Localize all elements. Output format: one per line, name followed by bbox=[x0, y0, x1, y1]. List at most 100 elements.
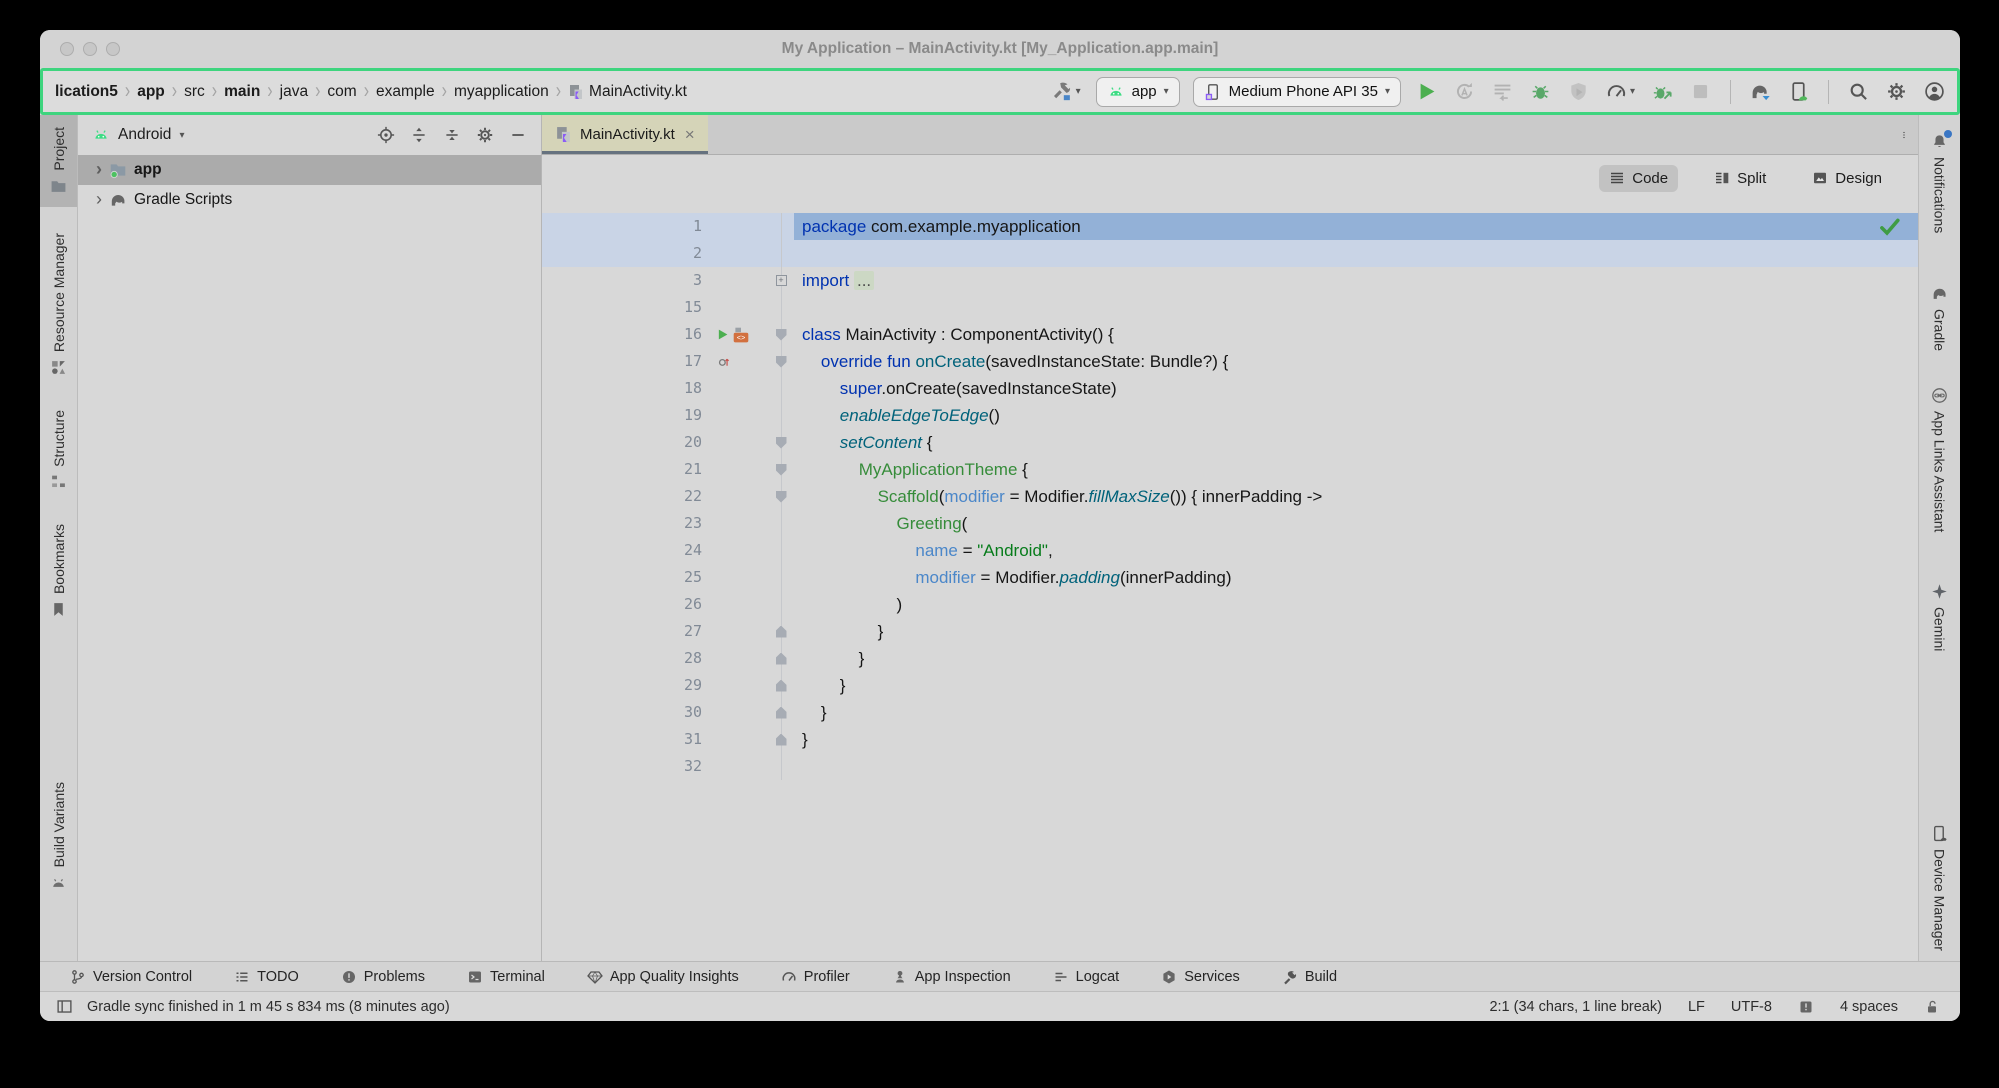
indent-setting[interactable]: 4 spaces bbox=[1840, 999, 1898, 1015]
code-line-text[interactable]: enableEdgeToEdge() bbox=[794, 402, 1918, 429]
run-button[interactable] bbox=[1414, 79, 1439, 104]
close-tab-icon[interactable]: × bbox=[685, 125, 695, 145]
profiler-button[interactable]: ▾ bbox=[1604, 79, 1637, 104]
collapse-all-icon[interactable] bbox=[443, 126, 461, 144]
code-line-text[interactable]: } bbox=[794, 618, 1918, 645]
inspections-status-icon[interactable] bbox=[1878, 215, 1902, 239]
stripe-tab-gemini[interactable]: Gemini bbox=[1919, 571, 1960, 663]
breadcrumb-item-main[interactable]: main bbox=[224, 83, 260, 101]
mode-button-design[interactable]: Design bbox=[1802, 165, 1892, 192]
breadcrumb-item-app[interactable]: app bbox=[137, 83, 165, 101]
code-line-text[interactable]: } bbox=[794, 699, 1918, 726]
compose-preview-icon[interactable]: <> bbox=[732, 326, 750, 344]
chevron-right-icon[interactable]: › bbox=[96, 160, 102, 178]
fold-marker-open[interactable] bbox=[776, 356, 787, 368]
code-line-text[interactable]: override fun onCreate(savedInstanceState… bbox=[794, 348, 1918, 375]
stripe-tab-app-links-assistant[interactable]: App Links Assistant bbox=[1919, 375, 1960, 544]
sync-devices-button[interactable] bbox=[1786, 79, 1811, 104]
toolwindow-tab-version-control[interactable]: Version Control bbox=[64, 968, 198, 986]
attach-debugger-button[interactable] bbox=[1650, 79, 1675, 104]
project-view-selector[interactable]: Android bbox=[118, 126, 171, 144]
fold-marker-open[interactable] bbox=[776, 491, 787, 503]
code-line-text[interactable] bbox=[794, 753, 1918, 780]
build-run-configurations-button[interactable]: ▾ bbox=[1050, 79, 1083, 104]
expand-all-icon[interactable] bbox=[410, 126, 428, 144]
fold-marker-open[interactable] bbox=[776, 464, 787, 476]
stripe-tab-bookmarks[interactable]: Bookmarks bbox=[40, 512, 77, 630]
stripe-tab-structure[interactable]: Structure bbox=[40, 398, 77, 503]
fold-marker-open[interactable] bbox=[776, 437, 787, 449]
profile-app-button[interactable] bbox=[1566, 79, 1591, 104]
tool-window-layout-icon[interactable] bbox=[56, 998, 73, 1015]
fold-marker-folded[interactable]: + bbox=[776, 275, 787, 286]
code-line-text[interactable]: super.onCreate(savedInstanceState) bbox=[794, 375, 1918, 402]
code-line-text[interactable]: Scaffold(modifier = Modifier.fillMaxSize… bbox=[794, 483, 1918, 510]
fold-marker-open[interactable] bbox=[776, 329, 787, 341]
toolwindow-tab-services[interactable]: Services bbox=[1155, 968, 1246, 986]
apply-code-changes-button[interactable] bbox=[1490, 79, 1515, 104]
fold-marker-end[interactable] bbox=[776, 734, 787, 746]
toolwindow-tab-todo[interactable]: TODO bbox=[228, 968, 305, 986]
stripe-tab-device-manager[interactable]: Device Manager bbox=[1919, 813, 1960, 963]
breadcrumb-item-com[interactable]: com bbox=[327, 83, 356, 101]
line-separator[interactable]: LF bbox=[1688, 999, 1705, 1015]
breadcrumb-item-lication5[interactable]: lication5 bbox=[55, 83, 118, 101]
breadcrumb-item-mainactivity-kt[interactable]: MainActivity.kt bbox=[568, 83, 687, 101]
code-line-text[interactable]: import ... bbox=[794, 267, 1918, 294]
event-log[interactable] bbox=[1798, 999, 1814, 1015]
debug-button[interactable] bbox=[1528, 79, 1553, 104]
fold-marker-end[interactable] bbox=[776, 680, 787, 692]
override-method-icon[interactable] bbox=[716, 354, 731, 369]
breadcrumb-item-myapplication[interactable]: myapplication bbox=[454, 83, 549, 101]
mode-button-split[interactable]: Split bbox=[1704, 165, 1776, 192]
mode-button-code[interactable]: Code bbox=[1599, 165, 1678, 192]
code-line-text[interactable]: setContent { bbox=[794, 429, 1918, 456]
breadcrumb-item-java[interactable]: java bbox=[280, 83, 308, 101]
stripe-tab-gradle[interactable]: Gradle bbox=[1919, 273, 1960, 363]
account-button[interactable] bbox=[1922, 79, 1947, 104]
apply-changes-button[interactable] bbox=[1452, 79, 1477, 104]
settings-button[interactable] bbox=[1884, 79, 1909, 104]
breadcrumb-item-example[interactable]: example bbox=[376, 83, 435, 101]
code-line-text[interactable]: Greeting( bbox=[794, 510, 1918, 537]
gear-icon[interactable] bbox=[476, 126, 494, 144]
toolwindow-tab-app-quality-insights[interactable]: App Quality Insights bbox=[581, 968, 745, 986]
code-editor[interactable]: 1package com.example.myapplication23+imp… bbox=[542, 201, 1918, 961]
editor-tab-mainactivity[interactable]: MainActivity.kt × bbox=[542, 115, 708, 154]
chevron-right-icon[interactable]: › bbox=[96, 190, 102, 208]
toolwindow-tab-profiler[interactable]: Profiler bbox=[775, 968, 856, 986]
toolwindow-tab-problems[interactable]: Problems bbox=[335, 968, 431, 986]
fold-marker-end[interactable] bbox=[776, 626, 787, 638]
code-line-text[interactable] bbox=[794, 240, 1918, 267]
code-line-text[interactable]: } bbox=[794, 645, 1918, 672]
hide-icon[interactable] bbox=[509, 126, 527, 144]
caret-position[interactable]: 2:1 (34 chars, 1 line break) bbox=[1489, 999, 1661, 1015]
stripe-tab-resource-manager[interactable]: Resource Manager bbox=[40, 221, 77, 388]
tree-item-app[interactable]: ›app bbox=[78, 155, 541, 185]
gradle-sync-button[interactable] bbox=[1748, 79, 1773, 104]
stripe-tab-notifications[interactable]: Notifications bbox=[1919, 121, 1960, 245]
code-line-text[interactable]: } bbox=[794, 672, 1918, 699]
code-line-text[interactable]: modifier = Modifier.padding(innerPadding… bbox=[794, 564, 1918, 591]
run-icon[interactable] bbox=[716, 328, 729, 341]
toolwindow-tab-app-inspection[interactable]: App Inspection bbox=[886, 968, 1017, 986]
fold-marker-end[interactable] bbox=[776, 707, 787, 719]
stop-button[interactable] bbox=[1688, 79, 1713, 104]
code-line-text[interactable]: } bbox=[794, 726, 1918, 753]
locate-icon[interactable] bbox=[377, 126, 395, 144]
search-everywhere-button[interactable] bbox=[1846, 79, 1871, 104]
code-line-text[interactable]: ) bbox=[794, 591, 1918, 618]
toolwindow-tab-build[interactable]: Build bbox=[1276, 968, 1343, 986]
device-select[interactable]: Medium Phone API 35▾ bbox=[1193, 77, 1401, 107]
code-line-text[interactable]: package com.example.myapplication bbox=[794, 213, 1918, 240]
breadcrumb-item-src[interactable]: src bbox=[184, 83, 205, 101]
write-access[interactable] bbox=[1924, 999, 1940, 1015]
stripe-tab-build-variants[interactable]: Build Variants bbox=[40, 770, 77, 903]
toolwindow-tab-terminal[interactable]: Terminal bbox=[461, 968, 551, 986]
code-line-text[interactable]: name = "Android", bbox=[794, 537, 1918, 564]
toolwindow-tab-logcat[interactable]: Logcat bbox=[1047, 968, 1126, 986]
fold-marker-end[interactable] bbox=[776, 653, 787, 665]
tree-item-gradle-scripts[interactable]: ›Gradle Scripts bbox=[78, 185, 541, 215]
code-line-text[interactable]: class MainActivity : ComponentActivity()… bbox=[794, 321, 1918, 348]
code-line-text[interactable]: MyApplicationTheme { bbox=[794, 456, 1918, 483]
